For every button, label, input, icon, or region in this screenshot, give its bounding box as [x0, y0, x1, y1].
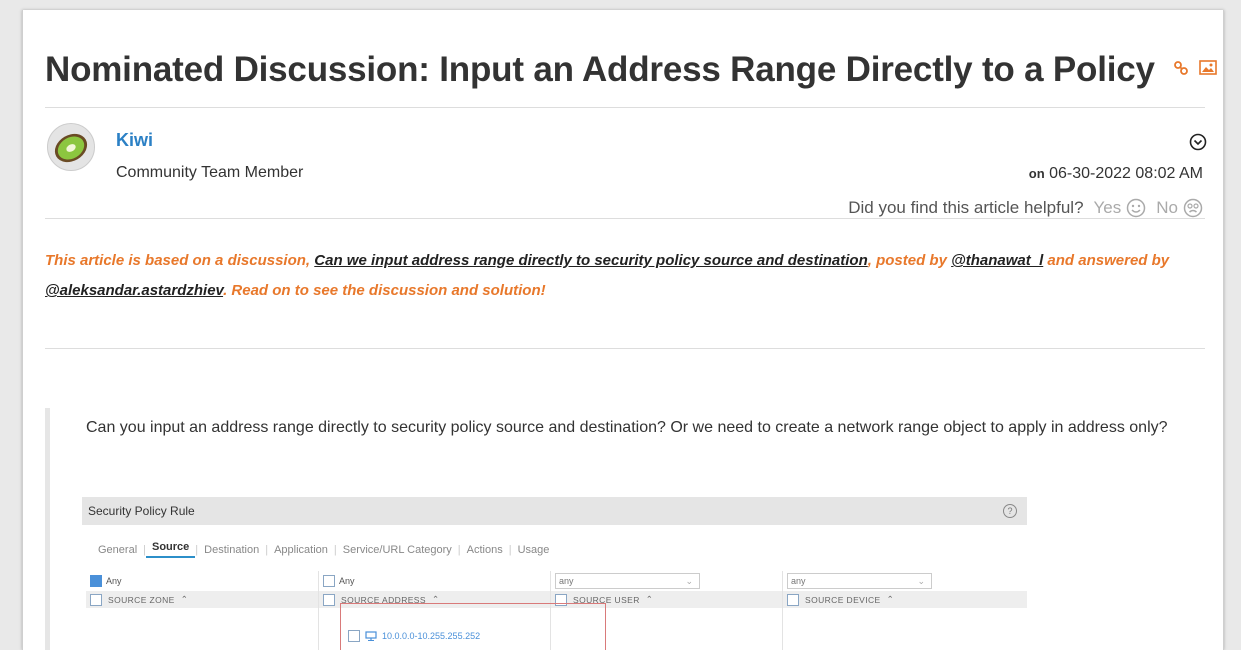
checkbox: [323, 593, 335, 606]
yes-button[interactable]: Yes: [1094, 198, 1147, 218]
intro-text: , posted by: [867, 252, 952, 269]
screenshot-tabs: General | Source | Destination | Applicatio…: [92, 541, 555, 558]
intro-text: . Read on to see the discussion and solu…: [223, 282, 546, 299]
embedded-screenshot: Security Policy Rule ? General | Source | …: [82, 497, 1027, 650]
divider: [45, 218, 1205, 219]
intro-text: and answered by: [1043, 252, 1170, 269]
tab-source: Source: [146, 541, 196, 558]
article-page: Nominated Discussion: Input an Address R…: [22, 10, 1224, 650]
avatar[interactable]: [47, 123, 95, 171]
checkbox: [90, 575, 102, 587]
yes-label: Yes: [1093, 198, 1122, 217]
intro-text: This article is based on a discussion,: [45, 252, 315, 269]
smile-icon: [1127, 198, 1146, 218]
intro-paragraph: This article is based on a discussion, C…: [45, 246, 1205, 306]
column-header: SOURCE DEVICE: [805, 594, 881, 605]
tab-actions: Actions: [466, 543, 503, 556]
checkbox: [787, 593, 799, 606]
screenshot-header: Security Policy Rule ?: [82, 497, 1027, 525]
address-row: 10.0.0.0-10.255.255.252: [348, 630, 480, 642]
title-icons: [1173, 60, 1217, 81]
divider: [45, 348, 1205, 349]
tab-usage: Usage: [517, 543, 550, 556]
image-icon[interactable]: [1199, 60, 1217, 80]
help-icon: ?: [1003, 504, 1017, 518]
helpful-question: Did you find this article helpful?: [848, 198, 1084, 217]
highlight-box: [340, 603, 606, 650]
date-prefix: on: [1028, 166, 1045, 181]
column-source-zone: Any SOURCE ZONE ⌃: [86, 571, 318, 650]
tab-application: Application: [274, 543, 328, 556]
sad-icon: [1183, 198, 1203, 218]
question-text: Can you input an address range directly …: [86, 419, 1168, 436]
author-name[interactable]: Kiwi: [116, 130, 153, 151]
checkbox: [348, 630, 360, 642]
helpful-feedback: Did you find this article helpful? Yes N…: [848, 198, 1203, 218]
tab-general: General: [98, 543, 138, 556]
divider: [45, 107, 1205, 108]
checkbox: [323, 575, 335, 587]
author-role: Community Team Member: [116, 164, 304, 181]
any-label: Any: [106, 576, 122, 586]
poster-link[interactable]: @thanawat_l: [951, 252, 1043, 269]
column-source-device: any ⌄ SOURCE DEVICE ⌃: [782, 571, 1027, 650]
post-date: on 06-30-2022 08:02 AM: [1029, 165, 1203, 183]
no-label: No: [1156, 198, 1178, 217]
title-row: Nominated Discussion: Input an Address R…: [45, 50, 1217, 90]
link-icon[interactable]: [1173, 60, 1189, 81]
checkbox: [90, 593, 102, 606]
column-header: SOURCE ZONE: [108, 594, 175, 605]
answerer-link[interactable]: @aleksandar.astardzhiev: [45, 282, 223, 299]
date-value: 06-30-2022 08:02 AM: [1049, 165, 1203, 182]
discussion-link[interactable]: Can we input address range directly to s…: [314, 252, 867, 269]
any-label: Any: [339, 576, 355, 586]
tab-destination: Destination: [204, 543, 260, 556]
dropdown-value: any: [559, 576, 574, 586]
tab-service-url: Service/URL Category: [342, 543, 452, 556]
no-button[interactable]: No: [1156, 198, 1203, 218]
dropdown-value: any: [791, 576, 806, 586]
screenshot-title: Security Policy Rule: [88, 504, 195, 518]
options-chevron-icon[interactable]: [1189, 133, 1207, 151]
page-title: Nominated Discussion: Input an Address R…: [45, 50, 1155, 89]
